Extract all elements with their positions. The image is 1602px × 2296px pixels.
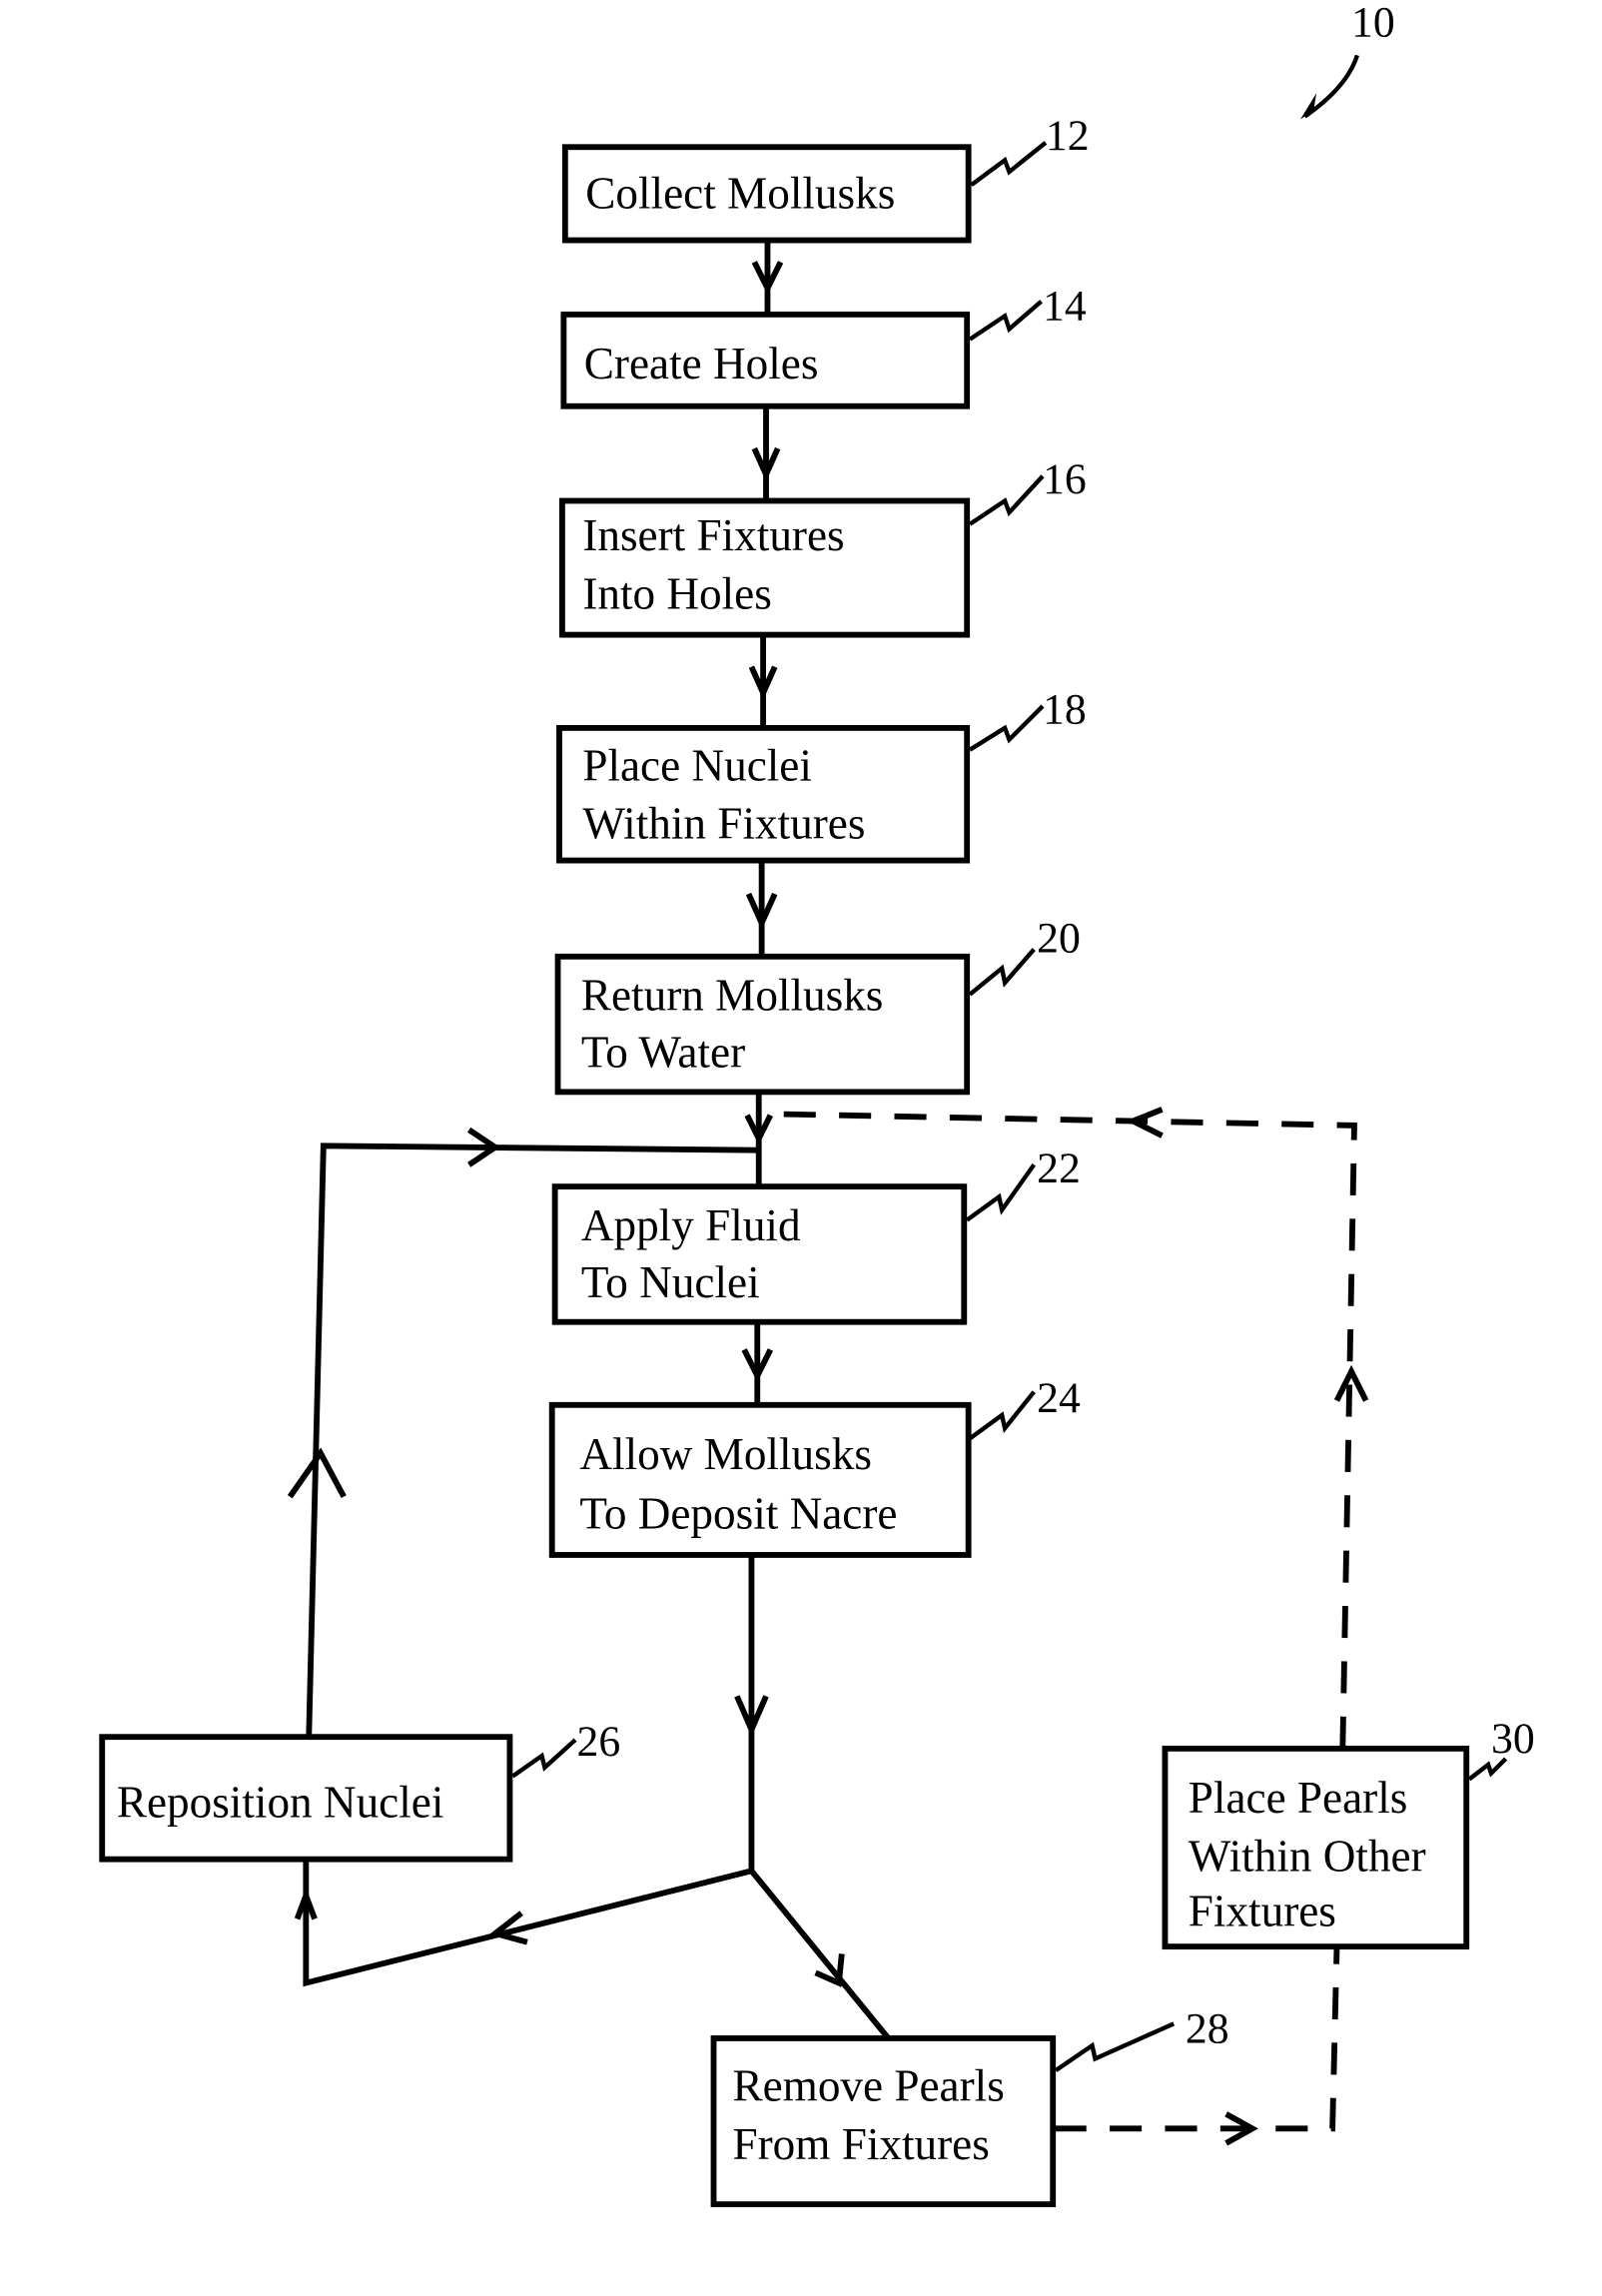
step-collect-mollusks: Collect Mollusks 12 — [561, 112, 1090, 244]
svg-text:Allow Mollusks: Allow Mollusks — [579, 1429, 872, 1479]
svg-text:14: 14 — [1043, 283, 1087, 331]
pearl-process-flowchart: 10 Collect Mollusks 12 14 Create Holes 1… — [99, 0, 1535, 2208]
arrow-branch-to-26 — [303, 1859, 753, 1987]
svg-text:20: 20 — [1037, 914, 1081, 962]
svg-text:From Fixtures: From Fixtures — [732, 2119, 989, 2169]
svg-text:18: 18 — [1043, 686, 1087, 734]
svg-text:Fixtures: Fixtures — [1189, 1887, 1336, 1936]
svg-text:To Water: To Water — [581, 1028, 745, 1078]
svg-text:Reposition Nuclei: Reposition Nuclei — [117, 1777, 444, 1827]
step-allow-deposit-nacre: Allow Mollusks To Deposit Nacre 24 — [548, 1374, 1081, 1558]
svg-text:Apply Fluid: Apply Fluid — [581, 1200, 801, 1250]
step-place-nuclei: Place Nuclei Within Fixtures 18 — [556, 686, 1087, 864]
svg-text:30: 30 — [1491, 1715, 1535, 1763]
svg-text:28: 28 — [1186, 2004, 1229, 2052]
step-create-holes: 14 Create Holes 14 — [560, 283, 1087, 409]
step-remove-pearls: Remove Pearls From Fixtures 28 — [710, 2004, 1229, 2208]
svg-text:Into Holes: Into Holes — [582, 568, 772, 618]
svg-text:26: 26 — [576, 1718, 620, 1766]
svg-text:Place Nuclei: Place Nuclei — [582, 740, 812, 790]
step-apply-fluid: Apply Fluid To Nuclei 22 — [551, 1145, 1081, 1325]
figure-ref-10: 10 — [1351, 0, 1395, 46]
svg-text:Remove Pearls: Remove Pearls — [732, 2061, 1004, 2111]
svg-text:Collect Mollusks: Collect Mollusks — [585, 168, 895, 218]
step-place-pearls-other-fixtures: Place Pearls Within Other Fixtures 30 — [1162, 1715, 1535, 1950]
svg-text:Return Mollusks: Return Mollusks — [581, 971, 884, 1021]
svg-text:24: 24 — [1037, 1374, 1081, 1422]
svg-text:To Deposit Nacre: To Deposit Nacre — [579, 1489, 897, 1539]
svg-text:Place Pearls: Place Pearls — [1189, 1773, 1408, 1823]
step-return-mollusks: Return Mollusks To Water 20 — [554, 914, 1081, 1096]
svg-text:Within Other: Within Other — [1189, 1831, 1426, 1881]
svg-text:22: 22 — [1037, 1145, 1081, 1192]
svg-text:Create Holes: Create Holes — [584, 339, 819, 388]
svg-text:12: 12 — [1046, 112, 1090, 160]
svg-text:To Nuclei: To Nuclei — [581, 1257, 760, 1307]
svg-text:Insert Fixtures: Insert Fixtures — [582, 510, 844, 560]
step-insert-fixtures: Insert Fixtures Into Holes 16 — [559, 455, 1087, 638]
svg-text:Within Fixtures: Within Fixtures — [582, 799, 865, 849]
arrow-branch-to-28 — [749, 1869, 891, 2040]
svg-text:16: 16 — [1043, 455, 1087, 503]
step-reposition-nuclei: Reposition Nuclei 26 — [99, 1718, 620, 1863]
